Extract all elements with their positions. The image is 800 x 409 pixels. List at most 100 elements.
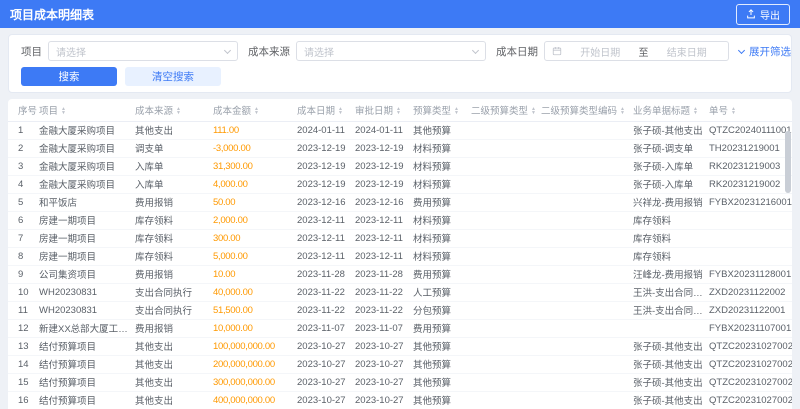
cell-seq: 8 (8, 247, 36, 266)
cell-doc-no: FYBX20231216001 (706, 193, 792, 212)
cell-cost-amount: 31,300.00 (210, 157, 294, 176)
cell-cost-date: 2023-12-19 (294, 175, 352, 194)
cell-approval-date: 2023-12-11 (352, 229, 410, 248)
column-header-budget-type[interactable]: 预算类型 ▲ ▼ (410, 99, 468, 122)
cell-cost-source: 入库单 (132, 157, 210, 176)
cell-secondary-budget-type (468, 301, 538, 320)
cell-seq: 5 (8, 193, 36, 212)
table-row: 8 房建一期项目 库存领料 5,000.00 2023-12-11 2023-12-11 材… (8, 247, 792, 266)
column-header-secondary-budget-code[interactable]: 二级预算类型编码 ▲ ▼ (538, 99, 630, 122)
cell-doc-no: TH20231219001 (706, 139, 792, 158)
expand-filter-link[interactable]: 展开筛选 (737, 44, 791, 59)
cell-secondary-budget-type (468, 175, 538, 194)
cell-cost-date: 2023-10-27 (294, 373, 352, 392)
date-range-separator: 至 (638, 47, 649, 59)
table-row: 15 结付预算项目 其他支出 300,000,000.00 2023-10-27 2023… (8, 373, 792, 392)
sort-icon: ▲ ▼ (620, 106, 625, 117)
sort-icon: ▲ ▼ (731, 106, 736, 117)
cell-secondary-budget-code (538, 355, 630, 374)
column-header-doc-title[interactable]: 业务单据标题 ▲ ▼ (630, 99, 706, 122)
cell-doc-title: 张子硕-入库单 (630, 175, 706, 194)
cell-seq: 3 (8, 157, 36, 176)
cell-budget-type: 其他预算 (410, 391, 468, 409)
cell-doc-title: 库存领料 (630, 229, 706, 248)
table-row: 12新建XX总部大厦工程二期费用报销10,000.002023-11-07202… (8, 319, 792, 338)
export-button[interactable]: 导出 (736, 3, 790, 25)
cell-secondary-budget-type (468, 211, 538, 230)
cell-budget-type: 其他预算 (410, 373, 468, 392)
column-header-cost-amount[interactable]: 成本金额 ▲ ▼ (210, 99, 294, 122)
sort-icon: ▲ ▼ (454, 106, 459, 117)
column-header-cost-date[interactable]: 成本日期 ▲ ▼ (294, 99, 352, 122)
cell-doc-no: FYBX20231107001 (706, 319, 792, 338)
cell-doc-title: 王洪-支出合同执行 (630, 283, 706, 302)
cost-source-filter-label: 成本来源 (248, 45, 290, 58)
cell-approval-date: 2023-12-16 (352, 193, 410, 212)
cell-secondary-budget-type (468, 391, 538, 409)
cell-doc-no: ZXD20231122001 (706, 301, 792, 320)
calendar-icon (552, 47, 562, 56)
cell-doc-no: QTZC20231027002 (706, 391, 792, 409)
chevron-down-icon (471, 46, 480, 54)
cell-secondary-budget-code (538, 211, 630, 230)
cell-secondary-budget-code (538, 247, 630, 266)
cell-doc-title: 张子硕-其他支出 (630, 391, 706, 409)
cell-cost-amount: 300,000,000.00 (210, 373, 294, 392)
cell-cost-source: 库存领料 (132, 247, 210, 266)
cell-doc-title: 汪峰龙-费用报销 (630, 265, 706, 284)
cell-project: 金融大厦采购项目 (36, 121, 132, 140)
cost-date-range-picker[interactable]: 开始日期 至 结束日期 (544, 41, 729, 61)
cost-source-select[interactable]: 请选择 (296, 41, 486, 61)
cell-project: 新建XX总部大厦工程二期 (36, 319, 132, 338)
cell-cost-date: 2023-10-27 (294, 355, 352, 374)
table-row: 4 金融大厦采购项目 入库单 4,000.00 2023-12-19 2023-12-19… (8, 175, 792, 194)
column-header-doc-no[interactable]: 单号 ▲ ▼ (706, 99, 792, 122)
cell-budget-type: 材料预算 (410, 211, 468, 230)
cell-cost-amount: 50.00 (210, 193, 294, 212)
cell-secondary-budget-code (538, 175, 630, 194)
cell-secondary-budget-code (538, 391, 630, 409)
cell-doc-title: 张子硕-其他支出 (630, 337, 706, 356)
cell-doc-title: 张子硕-入库单 (630, 157, 706, 176)
column-header-secondary-budget-type[interactable]: 二级预算类型 ▲ ▼ (468, 99, 538, 122)
cell-approval-date: 2023-12-11 (352, 211, 410, 230)
cell-project: 金融大厦采购项目 (36, 157, 132, 176)
sort-icon: ▲ ▼ (396, 106, 401, 117)
cell-budget-type: 材料预算 (410, 247, 468, 266)
column-header-approval-date[interactable]: 审批日期 ▲ ▼ (352, 99, 410, 122)
table-row: 10 WH20230831 支出合同执行 40,000.00 2023-11-22 202… (8, 283, 792, 302)
cell-doc-no: QTZC20240111001 (706, 121, 792, 140)
cell-budget-type: 材料预算 (410, 175, 468, 194)
cell-cost-date: 2023-12-19 (294, 139, 352, 158)
search-button[interactable]: 搜索 (21, 67, 117, 86)
vertical-scrollbar[interactable] (785, 123, 791, 409)
scrollbar-thumb[interactable] (785, 131, 791, 193)
clear-search-button[interactable]: 清空搜索 (125, 67, 221, 86)
cost-date-filter: 成本日期 开始日期 至 结束日期 (496, 41, 729, 61)
cell-budget-type: 其他预算 (410, 121, 468, 140)
cell-seq: 12 (8, 319, 36, 338)
cell-cost-amount: 400,000,000.00 (210, 391, 294, 409)
cell-secondary-budget-code (538, 193, 630, 212)
cell-cost-amount: 4,000.00 (210, 175, 294, 194)
cell-doc-no (706, 247, 792, 266)
cell-project: 结付预算项目 (36, 373, 132, 392)
cell-cost-source: 其他支出 (132, 337, 210, 356)
cell-budget-type: 其他预算 (410, 355, 468, 374)
cell-seq: 16 (8, 391, 36, 409)
cell-doc-no (706, 229, 792, 248)
cell-secondary-budget-type (468, 121, 538, 140)
table-header-row: 序号 项目 ▲ ▼ 成本来源 ▲ ▼ 成本金额 ▲ ▼ 成本日期 ▲ ▼ 审批日期 ▲ ▼ 预算类型 ▲ ▼ 二级预算… (8, 99, 792, 122)
cell-approval-date: 2023-11-28 (352, 265, 410, 284)
cell-project: 金融大厦采购项目 (36, 175, 132, 194)
cell-cost-source: 费用报销 (132, 265, 210, 284)
cell-project: 金融大厦采购项目 (36, 139, 132, 158)
column-header-cost-source[interactable]: 成本来源 ▲ ▼ (132, 99, 210, 122)
chevron-down-icon (737, 46, 746, 54)
cell-cost-source: 库存领料 (132, 211, 210, 230)
project-select[interactable]: 请选择 (48, 41, 238, 61)
cell-cost-amount: 10,000.00 (210, 319, 294, 338)
table-row: 7 房建一期项目 库存领料 300.00 2023-12-11 2023-12-11 材料预… (8, 229, 792, 248)
column-header-project[interactable]: 项目 ▲ ▼ (36, 99, 132, 122)
cell-budget-type: 费用预算 (410, 319, 468, 338)
